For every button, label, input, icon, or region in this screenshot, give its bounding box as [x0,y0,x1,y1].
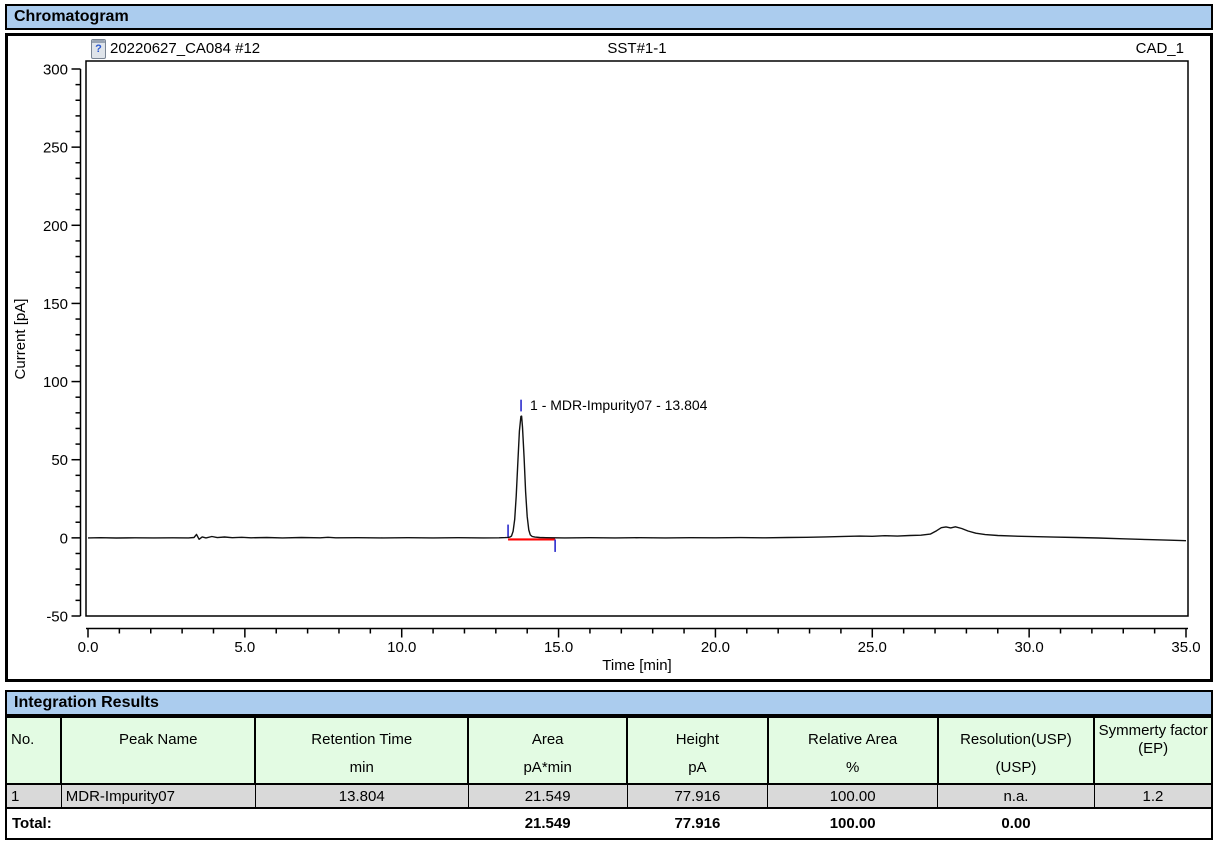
chromatogram-panel[interactable]: ? 20220627_CA084 #12 SST#1-1 CAD_1 -50 0 50 10… [5,33,1213,682]
x-tick-label: 5.0 [234,639,255,656]
total-resolution: 0.00 [938,808,1095,839]
integration-results-section: Integration Results No. Peak Name Retent… [5,690,1213,840]
total-label: Total: [6,808,468,839]
integration-results-title-bar: Integration Results [5,690,1213,716]
x-tick-label: 15.0 [544,639,573,656]
peak-result-row[interactable]: 1 MDR-Impurity07 13.804 21.549 77.916 10… [6,784,1212,808]
col-header-symmetry-factor: Symmerty factor (EP) [1094,717,1212,784]
x-axis-title: Time [min] [602,657,671,673]
y-tick-label: 100 [43,374,68,391]
cell-relative-area: 100.00 [768,784,938,808]
cell-retention-time: 13.804 [255,784,468,808]
y-tick-label: 50 [51,452,68,469]
report-page: Chromatogram ? 20220627_CA084 #12 SST#1-1… [0,0,1218,844]
col-header-no: No. [6,717,61,784]
total-relative-area: 100.00 [768,808,938,839]
cell-resolution: n.a. [938,784,1095,808]
cell-area: 21.549 [468,784,627,808]
cell-peak-name: MDR-Impurity07 [61,784,255,808]
x-tick-label: 0.0 [78,639,99,656]
col-header-area: AreapA*min [468,717,627,784]
col-header-height: HeightpA [627,717,768,784]
x-tick-label: 25.0 [858,639,887,656]
y-tick-label: -50 [46,609,68,626]
total-area: 21.549 [468,808,627,839]
cell-symmetry-factor: 1.2 [1094,784,1212,808]
integration-results-title: Integration Results [14,694,159,711]
cell-no: 1 [6,784,61,808]
table-header-row: No. Peak Name Retention Timemin AreapA*m… [6,717,1212,784]
col-header-retention-time: Retention Timemin [255,717,468,784]
col-header-relative-area: Relative Area% [768,717,938,784]
y-tick-label: 150 [43,296,68,313]
sample-name-label: SST#1-1 [607,40,666,57]
total-symmetry [1094,808,1212,839]
peak-annotation-label: 1 - MDR-Impurity07 - 13.804 [530,397,708,413]
total-height: 77.916 [627,808,768,839]
cell-height: 77.916 [627,784,768,808]
signal-trace [88,416,1186,541]
x-tick-label: 35.0 [1171,639,1200,656]
y-axis-title: Current [pA] [12,299,29,380]
x-tick-label: 20.0 [701,639,730,656]
chromatogram-plot: 20220627_CA084 #12 SST#1-1 CAD_1 -50 0 50 100 1… [8,36,1210,673]
integration-results-table: No. Peak Name Retention Timemin AreapA*m… [5,716,1213,840]
y-tick-label: 300 [43,62,68,79]
y-tick-label: 200 [43,218,68,235]
plot-frame [86,61,1188,616]
total-row: Total: 21.549 77.916 100.00 0.00 [6,808,1212,839]
y-tick-label: 0 [60,530,68,547]
col-header-resolution-usp: Resolution(USP)(USP) [938,717,1095,784]
x-tick-label: 30.0 [1015,639,1044,656]
col-header-peak-name: Peak Name [61,717,255,784]
channel-name-label: CAD_1 [1136,40,1184,57]
x-tick-label: 10.0 [387,639,416,656]
chromatogram-title-bar: Chromatogram [5,4,1213,30]
sample-vial-question-icon: ? [91,39,106,59]
y-tick-label: 250 [43,140,68,157]
chromatogram-title: Chromatogram [14,8,129,25]
injection-name-label: 20220627_CA084 #12 [110,40,260,57]
